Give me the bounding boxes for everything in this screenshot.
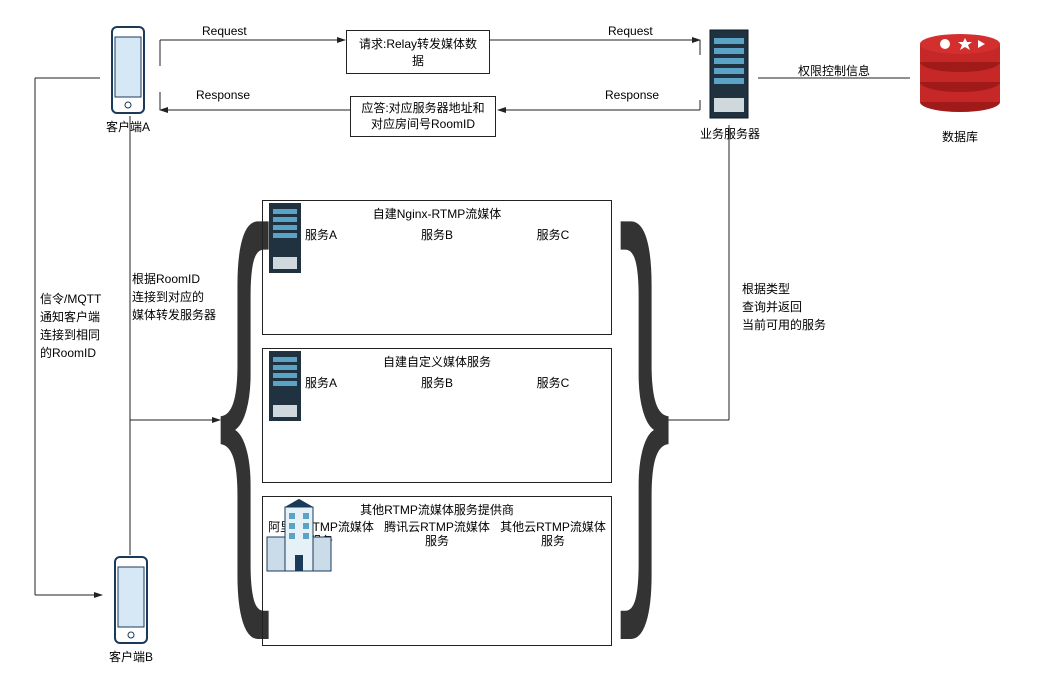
perm-link: 权限控制信息 (798, 62, 870, 79)
cluster-custom: 自建自定义媒体服务 服务A 服务B 服务C (262, 348, 612, 483)
client-a-label: 客户端A (100, 118, 156, 135)
biz-server-label: 业务服务器 (690, 125, 770, 142)
res-right: Response (605, 88, 659, 102)
cluster1-title: 自建Nginx-RTMP流媒体 (263, 205, 611, 222)
database-label: 数据库 (910, 128, 1010, 145)
cluster3-c: 其他云RTMP流媒体服务 (499, 520, 607, 549)
cluster1-svc-c: 服务C (508, 226, 598, 243)
cluster2-title: 自建自定义媒体服务 (263, 353, 611, 370)
request-box: 请求:Relay转发媒体数据 (346, 30, 490, 74)
response-box: 应答:对应服务器地址和对应房间号RoomID (350, 96, 496, 137)
req-left: Request (202, 24, 247, 38)
req-right: Request (608, 24, 653, 38)
roomid-note: 根据RoomID 连接到对应的 媒体转发服务器 (132, 270, 222, 324)
cluster3-a: 阿里云RTMP流媒体服务 (267, 520, 375, 549)
cluster-providers: 其他RTMP流媒体服务提供商 阿里云RTMP流媒体服务 (262, 496, 612, 646)
cluster2-svc-c: 服务C (508, 374, 598, 391)
cluster3-title: 其他RTMP流媒体服务提供商 (263, 501, 611, 518)
cluster2-svc-b: 服务B (392, 374, 482, 391)
client-b-label: 客户端B (103, 648, 159, 665)
res-left: Response (196, 88, 250, 102)
cluster1-svc-a: 服务A (276, 226, 366, 243)
cluster2-svc-a: 服务A (276, 374, 366, 391)
cluster3-b: 腾讯云RTMP流媒体服务 (383, 520, 491, 549)
brace-right: } (618, 134, 671, 649)
query-note: 根据类型 查询并返回 当前可用的服务 (742, 280, 832, 334)
cluster-nginx: 自建Nginx-RTMP流媒体 服务A 服务B 服务C (262, 200, 612, 335)
cluster1-svc-b: 服务B (392, 226, 482, 243)
mqtt-note: 信令/MQTT 通知客户端 连接到相同 的RoomID (40, 290, 110, 362)
